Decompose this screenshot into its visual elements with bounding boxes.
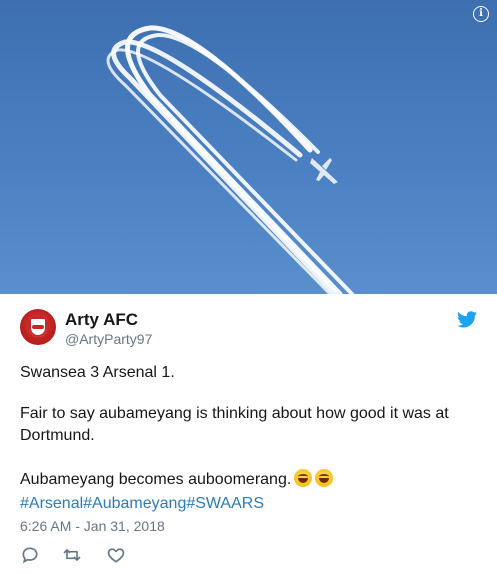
cannon-icon <box>32 325 44 329</box>
hashtag-arsenal[interactable]: #Arsenal <box>20 495 83 512</box>
twitter-bird-icon[interactable] <box>457 311 477 328</box>
grinning-face-icon <box>294 469 313 487</box>
tweet-line-joke-text: Aubameyang becomes auboomerang. <box>20 471 292 488</box>
hashtag-swaars[interactable]: #SWAARS <box>186 495 264 512</box>
author-name[interactable]: Arty AFC <box>65 310 138 330</box>
airplane-icon <box>310 158 338 184</box>
tweet-media-image[interactable]: i <box>0 0 497 294</box>
tweet-line-comment: Fair to say aubameyang is thinking about… <box>20 405 449 444</box>
grinning-face-icon <box>315 469 334 487</box>
retweet-icon[interactable] <box>62 545 82 565</box>
info-icon[interactable]: i <box>473 6 489 22</box>
heart-icon[interactable] <box>106 545 126 565</box>
contrail-illustration <box>106 25 354 294</box>
avatar[interactable] <box>20 309 56 345</box>
tweet-header: Arty AFC @ArtyParty97 <box>20 309 477 349</box>
tweet-line-score: Swansea 3 Arsenal 1. <box>20 364 175 381</box>
reply-icon[interactable] <box>20 545 40 565</box>
tweet-timestamp[interactable]: 6:26 AM - Jan 31, 2018 <box>20 518 165 534</box>
hashtag-line: #Arsenal#Aubameyang#SWAARS <box>20 493 264 515</box>
hashtag-aubameyang[interactable]: #Aubameyang <box>83 495 186 512</box>
author-handle[interactable]: @ArtyParty97 <box>65 331 152 347</box>
tweet-line-joke: Aubameyang becomes auboomerang. <box>20 469 480 491</box>
embedded-tweet-card: i Arty AFC @ArtyParty97 Swansea 3 Arsena… <box>0 0 497 573</box>
